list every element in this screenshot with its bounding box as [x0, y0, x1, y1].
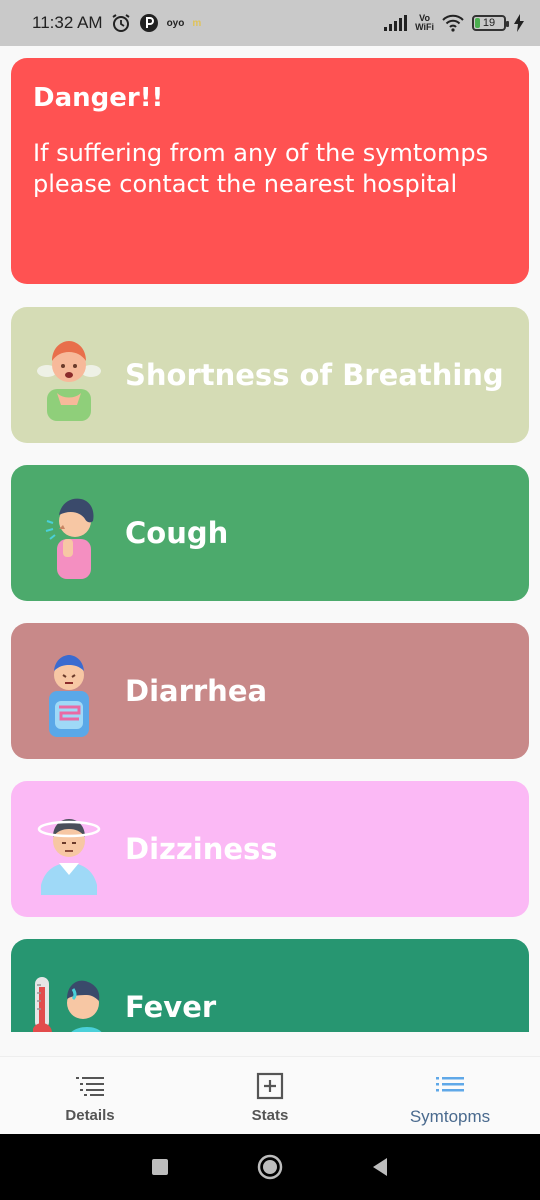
nav-label-symptoms: Symtopms [409, 1107, 491, 1126]
symptoms-list[interactable]: Danger!! If suffering from any of the sy… [0, 46, 540, 1032]
breathless-person-icon [33, 331, 105, 421]
nav-label-details: Details [65, 1107, 115, 1124]
list-icon [76, 1071, 104, 1101]
stomach-ache-person-icon [33, 647, 105, 737]
danger-card: Danger!! If suffering from any of the sy… [11, 58, 529, 284]
symptom-label: Diarrhea [125, 674, 268, 708]
battery-icon: 19 [472, 15, 509, 31]
nav-stats[interactable]: Stats [180, 1057, 360, 1134]
vowifi-bottom: WiFi [415, 22, 434, 32]
alarm-icon [111, 13, 131, 33]
system-navigation-bar [0, 1134, 540, 1200]
charging-icon [514, 14, 524, 32]
symptom-card-fever[interactable]: Fever [11, 939, 529, 1032]
symptom-label: Shortness of Breathing [125, 358, 504, 392]
symptom-label: Dizziness [125, 832, 278, 866]
nav-symptoms[interactable]: Symtopms [360, 1057, 540, 1134]
coughing-person-icon [33, 489, 105, 579]
status-time: 11:32 AM [32, 13, 103, 32]
fever-person-icon [32, 963, 105, 1032]
list-icon [436, 1071, 464, 1101]
signal-icon [383, 15, 408, 31]
battery-level: 19 [482, 17, 496, 29]
home-button[interactable] [257, 1154, 283, 1180]
back-button[interactable] [371, 1157, 389, 1177]
nav-label-stats: Stats [251, 1107, 289, 1124]
plus-box-icon [256, 1071, 284, 1101]
symptom-label: Cough [125, 516, 229, 550]
nav-details[interactable]: Details [0, 1057, 180, 1134]
bottom-navigation: Details Stats Symtopms [0, 1056, 540, 1134]
status-bar: 11:32 AM oyo m Vo WiFi 19 [0, 0, 540, 46]
vowifi-icon: Vo WiFi [415, 14, 434, 32]
wifi-icon [442, 14, 464, 32]
recents-button[interactable] [151, 1158, 169, 1176]
dizzy-person-icon [33, 805, 105, 895]
m-icon: m [192, 17, 202, 29]
danger-title: Danger!! [33, 83, 164, 113]
symptom-label: Fever [125, 990, 217, 1024]
symptom-card-diarrhea[interactable]: Diarrhea [11, 623, 529, 759]
symptom-card-cough[interactable]: Cough [11, 465, 529, 601]
app-p-icon [139, 13, 159, 33]
symptom-card-shortness-of-breathing[interactable]: Shortness of Breathing [11, 307, 529, 443]
oyo-icon: oyo [166, 17, 185, 29]
danger-message: If suffering from any of the symtomps pl… [33, 139, 489, 198]
symptom-card-dizziness[interactable]: Dizziness [11, 781, 529, 917]
